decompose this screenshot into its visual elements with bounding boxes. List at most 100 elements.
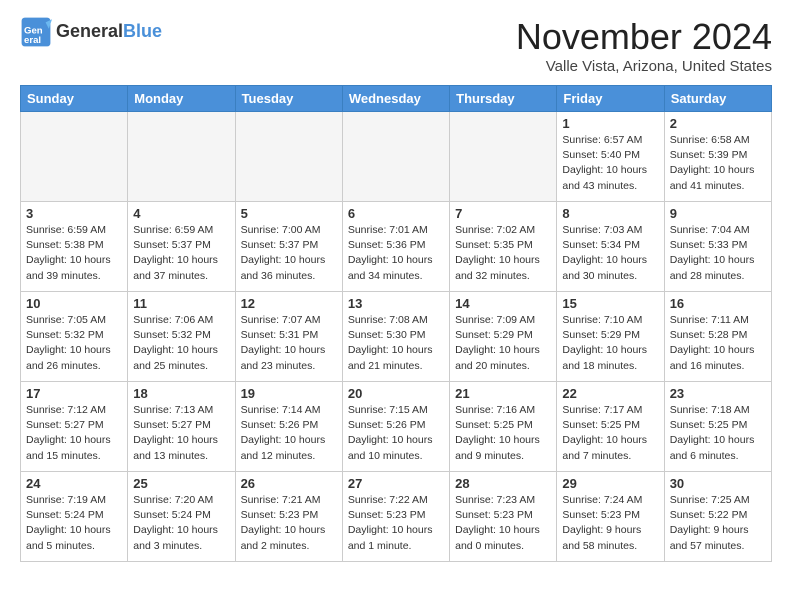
day-number: 27 — [348, 476, 444, 491]
day-number: 3 — [26, 206, 122, 221]
calendar-cell: 3 Sunrise: 6:59 AM Sunset: 5:38 PM Daylig… — [21, 202, 128, 292]
day-number: 22 — [562, 386, 658, 401]
day-number: 30 — [670, 476, 766, 491]
calendar-cell: 24Sunrise: 7:19 AM Sunset: 5:24 PM Dayli… — [21, 472, 128, 562]
day-info: Sunrise: 7:10 AM Sunset: 5:29 PM Dayligh… — [562, 313, 658, 374]
day-info: Sunrise: 7:25 AM Sunset: 5:22 PM Dayligh… — [670, 493, 766, 554]
day-info: Sunrise: 7:18 AM Sunset: 5:25 PM Dayligh… — [670, 403, 766, 464]
calendar-cell: 20 Sunrise: 7:15 AM Sunset: 5:26 PM Dayli… — [342, 382, 449, 472]
calendar-cell — [450, 112, 557, 202]
calendar-cell: 18 Sunrise: 7:13 AM Sunset: 5:27 PM Dayli… — [128, 382, 235, 472]
day-number: 13 — [348, 296, 444, 311]
day-number: 8 — [562, 206, 658, 221]
day-info: Sunrise: 7:00 AM Sunset: 5:37 PM Dayligh… — [241, 223, 337, 284]
day-info: Sunrise: 7:22 AM Sunset: 5:23 PM Dayligh… — [348, 493, 444, 554]
day-info: Sunrise: 6:59 AM Sunset: 5:37 PM Dayligh… — [133, 223, 229, 284]
day-info: Sunrise: 7:20 AM Sunset: 5:24 PM Dayligh… — [133, 493, 229, 554]
day-number: 19 — [241, 386, 337, 401]
calendar-week-row: 10 Sunrise: 7:05 AM Sunset: 5:32 PM Dayli… — [21, 292, 772, 382]
col-tuesday: Tuesday — [235, 86, 342, 112]
calendar-cell: 14 Sunrise: 7:09 AM Sunset: 5:29 PM Dayli… — [450, 292, 557, 382]
calendar-cell: 19 Sunrise: 7:14 AM Sunset: 5:26 PM Dayli… — [235, 382, 342, 472]
col-saturday: Saturday — [664, 86, 771, 112]
day-number: 24 — [26, 476, 122, 491]
calendar-week-row: 1 Sunrise: 6:57 AM Sunset: 5:40 PM Daylig… — [21, 112, 772, 202]
day-info: Sunrise: 6:59 AM Sunset: 5:38 PM Dayligh… — [26, 223, 122, 284]
day-info: Sunrise: 7:06 AM Sunset: 5:32 PM Dayligh… — [133, 313, 229, 374]
day-number: 10 — [26, 296, 122, 311]
day-number: 25 — [133, 476, 229, 491]
day-number: 29 — [562, 476, 658, 491]
day-info: Sunrise: 7:16 AM Sunset: 5:25 PM Dayligh… — [455, 403, 551, 464]
logo: Gen eral GeneralBlue — [20, 16, 162, 48]
day-number: 23 — [670, 386, 766, 401]
day-number: 2 — [670, 116, 766, 131]
day-info: Sunrise: 6:58 AM Sunset: 5:39 PM Dayligh… — [670, 133, 766, 194]
day-number: 16 — [670, 296, 766, 311]
day-number: 17 — [26, 386, 122, 401]
svg-text:eral: eral — [24, 35, 41, 46]
day-info: Sunrise: 7:21 AM Sunset: 5:23 PM Dayligh… — [241, 493, 337, 554]
day-info: Sunrise: 7:13 AM Sunset: 5:27 PM Dayligh… — [133, 403, 229, 464]
calendar-cell — [21, 112, 128, 202]
day-info: Sunrise: 7:04 AM Sunset: 5:33 PM Dayligh… — [670, 223, 766, 284]
calendar-cell: 29 Sunrise: 7:24 AM Sunset: 5:23 PM Dayli… — [557, 472, 664, 562]
day-info: Sunrise: 7:08 AM Sunset: 5:30 PM Dayligh… — [348, 313, 444, 374]
calendar-cell — [235, 112, 342, 202]
day-info: Sunrise: 7:11 AM Sunset: 5:28 PM Dayligh… — [670, 313, 766, 374]
day-info: Sunrise: 7:17 AM Sunset: 5:25 PM Dayligh… — [562, 403, 658, 464]
day-number: 9 — [670, 206, 766, 221]
day-info: Sunrise: 7:23 AM Sunset: 5:23 PM Dayligh… — [455, 493, 551, 554]
calendar-cell: 23 Sunrise: 7:18 AM Sunset: 5:25 PM Dayli… — [664, 382, 771, 472]
logo-blue-text: Blue — [123, 21, 162, 41]
calendar-cell: 15Sunrise: 7:10 AM Sunset: 5:29 PM Dayli… — [557, 292, 664, 382]
col-friday: Friday — [557, 86, 664, 112]
day-info: Sunrise: 7:03 AM Sunset: 5:34 PM Dayligh… — [562, 223, 658, 284]
day-info: Sunrise: 7:09 AM Sunset: 5:29 PM Dayligh… — [455, 313, 551, 374]
calendar-cell: 9 Sunrise: 7:04 AM Sunset: 5:33 PM Daylig… — [664, 202, 771, 292]
day-number: 6 — [348, 206, 444, 221]
location-title: Valle Vista, Arizona, United States — [516, 58, 772, 75]
calendar-cell: 1 Sunrise: 6:57 AM Sunset: 5:40 PM Daylig… — [557, 112, 664, 202]
day-info: Sunrise: 7:05 AM Sunset: 5:32 PM Dayligh… — [26, 313, 122, 374]
day-info: Sunrise: 7:14 AM Sunset: 5:26 PM Dayligh… — [241, 403, 337, 464]
calendar-week-row: 17 Sunrise: 7:12 AM Sunset: 5:27 PM Dayli… — [21, 382, 772, 472]
calendar-cell: 13 Sunrise: 7:08 AM Sunset: 5:30 PM Dayli… — [342, 292, 449, 382]
day-info: Sunrise: 7:24 AM Sunset: 5:23 PM Dayligh… — [562, 493, 658, 554]
day-info: Sunrise: 7:15 AM Sunset: 5:26 PM Dayligh… — [348, 403, 444, 464]
calendar-cell: 30 Sunrise: 7:25 AM Sunset: 5:22 PM Dayli… — [664, 472, 771, 562]
calendar-cell: 17 Sunrise: 7:12 AM Sunset: 5:27 PM Dayli… — [21, 382, 128, 472]
calendar-cell: 10 Sunrise: 7:05 AM Sunset: 5:32 PM Dayli… — [21, 292, 128, 382]
day-number: 14 — [455, 296, 551, 311]
calendar-cell: 27 Sunrise: 7:22 AM Sunset: 5:23 PM Dayli… — [342, 472, 449, 562]
calendar-week-row: 3 Sunrise: 6:59 AM Sunset: 5:38 PM Daylig… — [21, 202, 772, 292]
calendar-cell: 2 Sunrise: 6:58 AM Sunset: 5:39 PM Daylig… — [664, 112, 771, 202]
day-number: 12 — [241, 296, 337, 311]
title-block: November 2024 Valle Vista, Arizona, Unit… — [516, 16, 772, 75]
day-number: 11 — [133, 296, 229, 311]
calendar-table: Sunday Monday Tuesday Wednesday Thursday… — [20, 85, 772, 562]
calendar-cell: 22 Sunrise: 7:17 AM Sunset: 5:25 PM Dayli… — [557, 382, 664, 472]
day-info: Sunrise: 6:57 AM Sunset: 5:40 PM Dayligh… — [562, 133, 658, 194]
calendar-cell: 16 Sunrise: 7:11 AM Sunset: 5:28 PM Dayli… — [664, 292, 771, 382]
calendar-cell: 21 Sunrise: 7:16 AM Sunset: 5:25 PM Dayli… — [450, 382, 557, 472]
calendar-week-row: 24Sunrise: 7:19 AM Sunset: 5:24 PM Dayli… — [21, 472, 772, 562]
calendar-cell: 8 Sunrise: 7:03 AM Sunset: 5:34 PM Daylig… — [557, 202, 664, 292]
calendar-cell — [342, 112, 449, 202]
col-sunday: Sunday — [21, 86, 128, 112]
day-number: 1 — [562, 116, 658, 131]
day-info: Sunrise: 7:01 AM Sunset: 5:36 PM Dayligh… — [348, 223, 444, 284]
day-number: 4 — [133, 206, 229, 221]
day-info: Sunrise: 7:12 AM Sunset: 5:27 PM Dayligh… — [26, 403, 122, 464]
month-title: November 2024 — [516, 16, 772, 58]
col-wednesday: Wednesday — [342, 86, 449, 112]
calendar-cell: 7Sunrise: 7:02 AM Sunset: 5:35 PM Daylig… — [450, 202, 557, 292]
day-number: 18 — [133, 386, 229, 401]
day-number: 21 — [455, 386, 551, 401]
day-number: 20 — [348, 386, 444, 401]
page-header: Gen eral GeneralBlue November 2024 Valle… — [20, 16, 772, 75]
day-number: 5 — [241, 206, 337, 221]
col-monday: Monday — [128, 86, 235, 112]
day-number: 7 — [455, 206, 551, 221]
calendar-cell: 6 Sunrise: 7:01 AM Sunset: 5:36 PM Daylig… — [342, 202, 449, 292]
